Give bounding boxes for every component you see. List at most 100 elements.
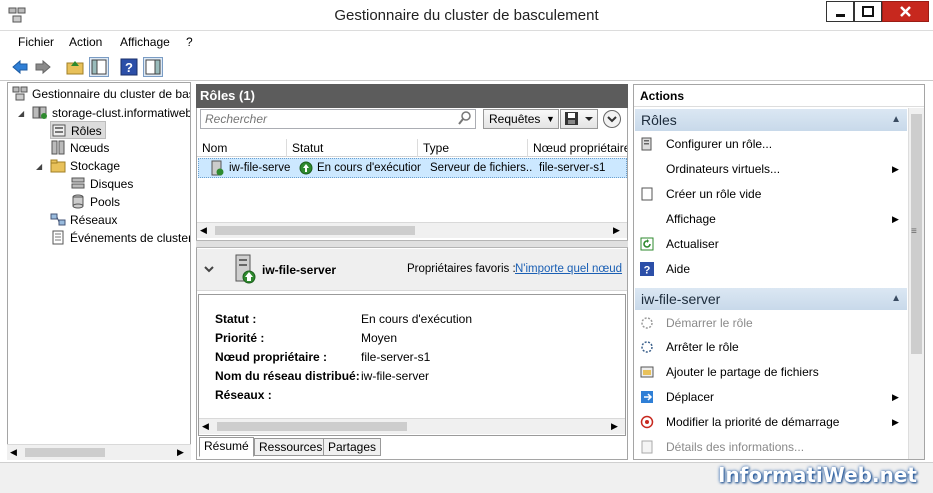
scroll-right-icon[interactable]: ▶ xyxy=(613,225,620,236)
row-owner: file-server-s1 xyxy=(539,162,606,174)
close-icon xyxy=(900,6,911,17)
preferred-owners-link[interactable]: N'importe quel nœud xyxy=(515,263,622,275)
back-arrow-icon[interactable] xyxy=(11,58,29,76)
collapse-caret-icon[interactable]: ◢ xyxy=(36,162,42,171)
svg-text:?: ? xyxy=(644,265,651,277)
queries-button[interactable]: Requêtes ▼ xyxy=(483,109,559,129)
table-row[interactable]: iw-file-server En cours d'exécution Serv… xyxy=(198,158,627,178)
chevron-down-icon xyxy=(607,116,617,123)
tree-item-networks[interactable]: Réseaux xyxy=(50,211,117,229)
section-roles[interactable]: Rôles ▲ xyxy=(635,109,907,131)
tree-horizontal-scrollbar[interactable]: ◀ ▶ xyxy=(7,444,191,460)
tree-item-pools[interactable]: Pools xyxy=(70,193,120,211)
save-query-button[interactable] xyxy=(560,109,598,129)
help-icon: ? xyxy=(640,262,654,277)
scroll-left-icon[interactable]: ◀ xyxy=(200,225,207,236)
priority-value: Moyen xyxy=(361,331,398,345)
section-iw-file-server[interactable]: iw-file-server ▲ xyxy=(635,288,907,310)
collapse-pane-button[interactable] xyxy=(603,110,621,128)
grip-icon: ≡ xyxy=(911,226,917,237)
scrollbar-thumb[interactable] xyxy=(215,226,415,235)
storage-icon xyxy=(50,158,66,173)
tree-item-events[interactable]: Événements de cluster xyxy=(50,229,190,247)
status-value: En cours d'exécution xyxy=(361,312,473,326)
action-stop-role[interactable]: Arrêter le rôle xyxy=(640,337,905,357)
menu-affichage[interactable]: Affichage xyxy=(120,35,170,49)
action-view[interactable]: Affichage ▶ xyxy=(640,209,905,229)
action-configure-role[interactable]: Configurer un rôle... xyxy=(640,134,905,154)
dnn-label: Nom du réseau distribué: xyxy=(215,369,360,383)
tab-resources[interactable]: Ressources xyxy=(254,438,328,456)
search-input[interactable] xyxy=(200,109,476,129)
submenu-arrow-icon: ▶ xyxy=(892,392,899,402)
menu-fichier[interactable]: Fichier xyxy=(18,35,54,49)
roles-icon xyxy=(51,123,67,138)
move-icon xyxy=(640,390,654,404)
column-owner-node[interactable]: Nœud propriétaire xyxy=(528,139,627,157)
networks-icon xyxy=(50,212,66,227)
chevron-down-icon[interactable] xyxy=(203,263,215,278)
cluster-manager-icon xyxy=(12,86,28,101)
close-button[interactable] xyxy=(882,1,929,22)
configure-role-icon xyxy=(640,137,654,151)
cluster-icon xyxy=(32,105,48,120)
tree-root[interactable]: Gestionnaire du cluster de basculement xyxy=(12,85,190,103)
preferred-owners-label: Propriétaires favoris : xyxy=(407,263,516,275)
action-add-file-share[interactable]: Ajouter le partage de fichiers xyxy=(640,362,905,382)
search-icon[interactable] xyxy=(458,111,472,125)
action-virtual-machines[interactable]: Ordinateurs virtuels... ▶ xyxy=(640,159,905,179)
scroll-right-icon[interactable]: ▶ xyxy=(611,421,618,432)
forward-arrow-icon[interactable] xyxy=(34,58,52,76)
column-name[interactable]: Nom xyxy=(197,139,287,157)
owner-node-value: file-server-s1 xyxy=(361,350,431,364)
minimize-button[interactable] xyxy=(826,1,854,22)
toolbar xyxy=(0,53,933,81)
row-type: Serveur de fichiers... xyxy=(430,162,532,174)
tree-item-nodes[interactable]: Nœuds xyxy=(50,139,109,157)
start-role-icon xyxy=(640,316,654,330)
action-pane-icon[interactable] xyxy=(143,57,163,77)
action-refresh[interactable]: Actualiser xyxy=(640,234,905,254)
actions-vertical-scrollbar[interactable]: ≡ xyxy=(908,108,924,459)
scrollbar-thumb[interactable] xyxy=(217,422,407,431)
grid-horizontal-scrollbar[interactable]: ◀ ▶ xyxy=(197,222,627,238)
tree-item-disks[interactable]: Disques xyxy=(70,175,133,193)
action-create-empty-role[interactable]: Créer un rôle vide xyxy=(640,184,905,204)
running-status-icon xyxy=(299,161,313,178)
column-status[interactable]: Statut xyxy=(287,139,418,157)
help-icon[interactable]: ? xyxy=(120,58,138,76)
scrollbar-thumb[interactable] xyxy=(25,448,105,457)
scroll-right-icon[interactable]: ▶ xyxy=(177,447,184,458)
action-move[interactable]: Déplacer ▶ xyxy=(640,387,905,407)
disks-icon xyxy=(70,176,86,191)
tab-summary[interactable]: Résumé xyxy=(199,437,254,457)
action-change-startup-priority[interactable]: Modifier la priorité de démarrage ▶ xyxy=(640,412,905,432)
console-tree-icon[interactable] xyxy=(89,57,109,77)
priority-label: Priorité : xyxy=(215,331,265,345)
tree-item-roles[interactable]: Rôles xyxy=(50,121,106,139)
pane-splitter[interactable] xyxy=(196,240,628,248)
menu-action[interactable]: Action xyxy=(69,35,102,49)
collapse-caret-icon[interactable]: ◢ xyxy=(18,109,24,118)
detail-title: iw-file-server xyxy=(262,263,337,277)
menu-help[interactable]: ? xyxy=(186,35,193,49)
tree-item-cluster[interactable]: storage-clust.informatiweb.lan xyxy=(32,104,190,122)
scroll-left-icon[interactable]: ◀ xyxy=(10,447,17,458)
tab-shares[interactable]: Partages xyxy=(323,438,382,456)
scroll-left-icon[interactable]: ◀ xyxy=(202,421,209,432)
refresh-icon xyxy=(640,237,654,251)
up-folder-icon[interactable] xyxy=(66,58,84,76)
console-tree: Gestionnaire du cluster de basculement ◢… xyxy=(7,82,191,460)
roles-pane-header: Rôles (1) xyxy=(196,84,628,108)
column-type[interactable]: Type xyxy=(418,139,528,157)
collapse-arrow-icon[interactable]: ▲ xyxy=(891,288,901,310)
tree-item-storage[interactable]: Stockage xyxy=(50,157,120,175)
detail-body: Statut : En cours d'exécution Priorité :… xyxy=(198,294,626,436)
row-status: En cours d'exécution xyxy=(317,162,421,174)
detail-horizontal-scrollbar[interactable]: ◀ ▶ xyxy=(199,418,625,434)
collapse-arrow-icon[interactable]: ▲ xyxy=(891,109,901,131)
maximize-button[interactable] xyxy=(854,1,882,22)
action-start-role: Démarrer le rôle xyxy=(640,313,905,333)
roles-grid-header: Nom Statut Type Nœud propriétaire xyxy=(197,139,627,157)
action-help[interactable]: ? Aide xyxy=(640,259,905,279)
